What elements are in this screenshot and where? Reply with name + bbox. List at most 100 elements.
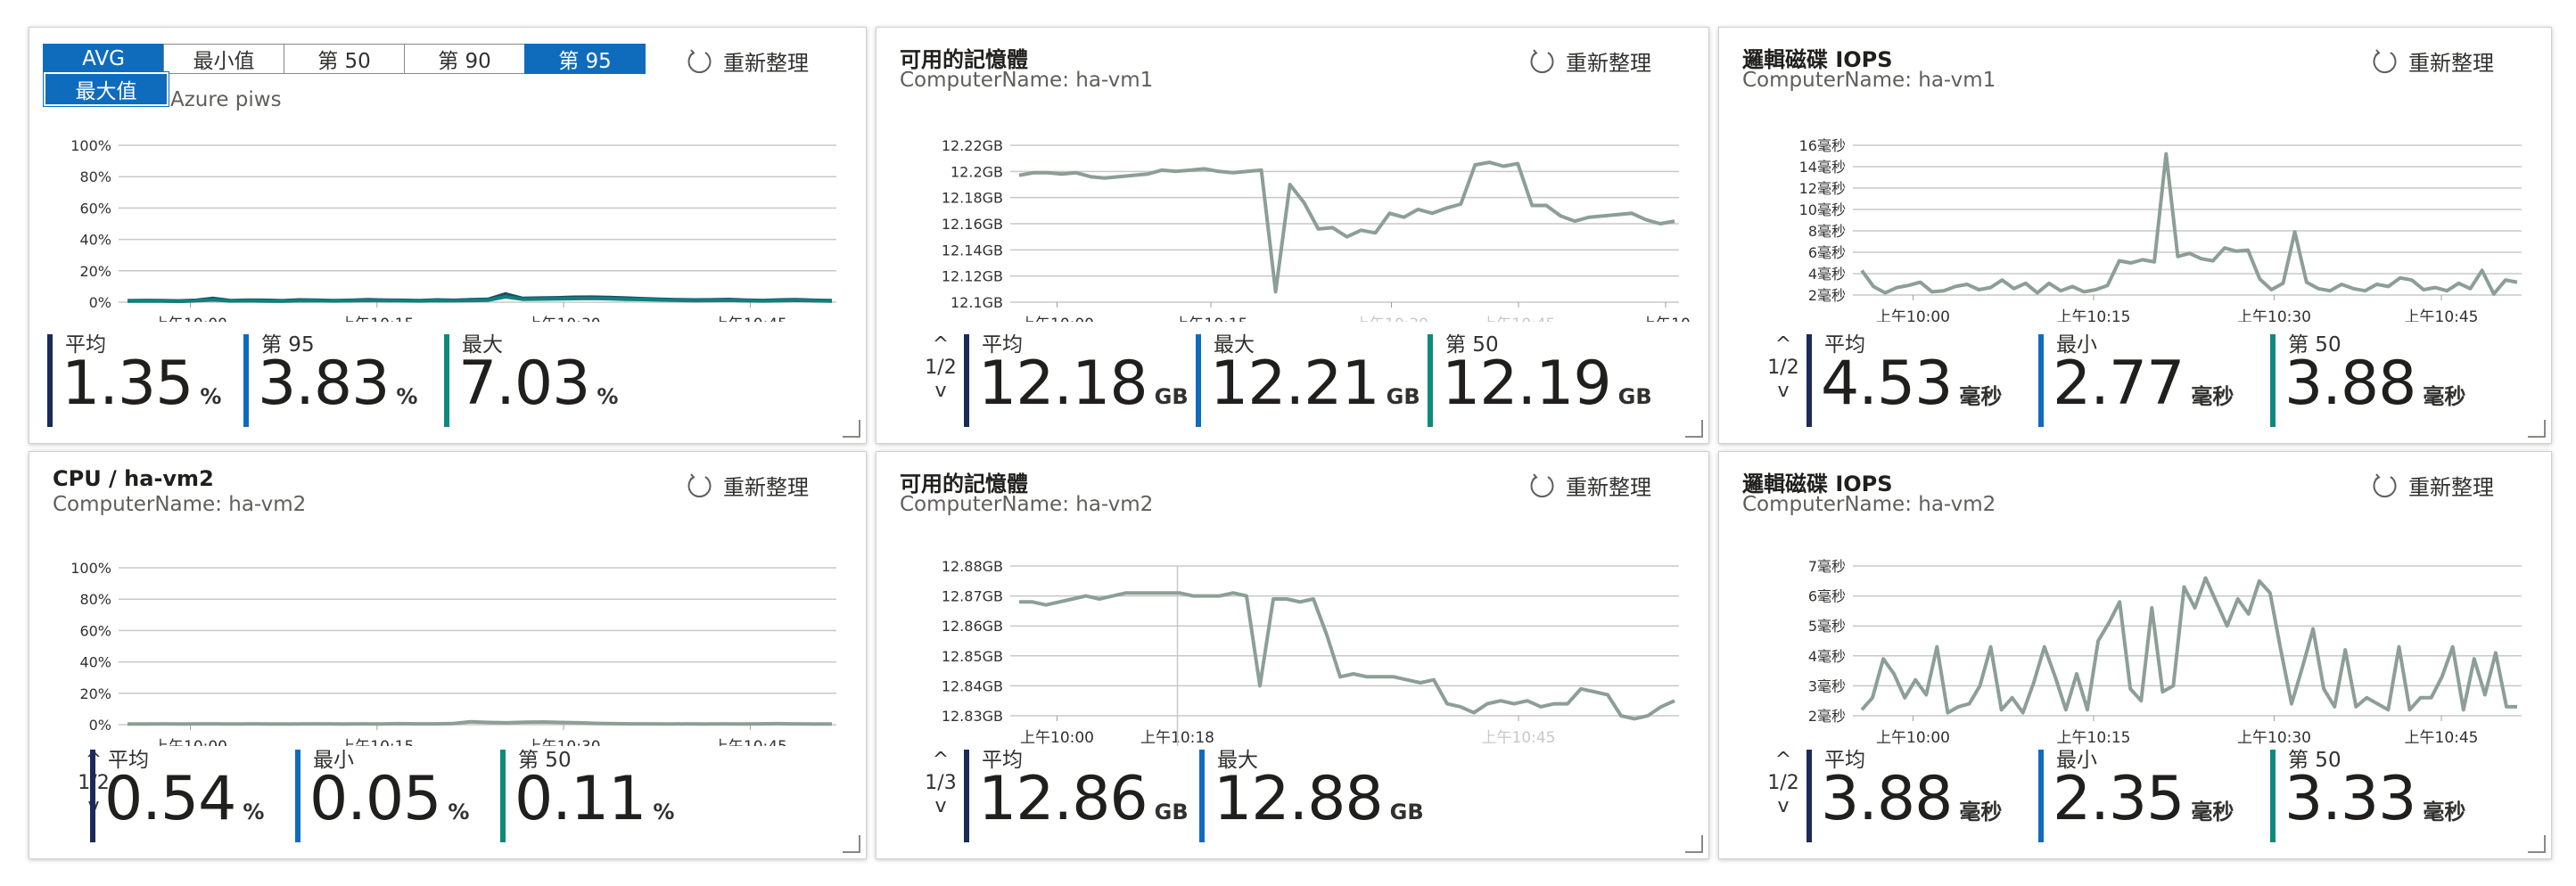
x-tick-label: 上午10:30 xyxy=(527,316,601,322)
chevron-up-icon[interactable]: ^ xyxy=(1765,334,1801,356)
metric-number: 0.11 xyxy=(514,764,646,834)
y-tick-label: 14毫秒 xyxy=(1799,159,1846,176)
chart: 7毫秒6毫秒5毫秒4毫秒3毫秒2毫秒上午10:00 上午10:15 上午10:30 上… xyxy=(1808,558,2522,746)
y-tick-label: 12.2GB xyxy=(951,163,1003,180)
metric-unit: GB xyxy=(1154,800,1189,824)
y-tick-label: 12.22GB xyxy=(942,137,1003,154)
metric-number: 0.54 xyxy=(104,764,236,834)
metric-number: 12.88 xyxy=(1214,764,1384,834)
y-tick-label: 80% xyxy=(79,591,111,608)
chevron-down-icon[interactable]: v xyxy=(923,381,959,402)
chevron-up-icon[interactable]: ^ xyxy=(923,750,959,771)
metric-color-bar xyxy=(1196,334,1201,427)
metric-number: 0.05 xyxy=(309,764,441,834)
y-tick-label: 2毫秒 xyxy=(1808,287,1846,304)
metric-unit: 毫秒 xyxy=(1959,384,2003,409)
x-tick-label: 上午10:00 xyxy=(153,316,227,322)
metric-color-bar xyxy=(1199,750,1205,842)
metric-unit: 毫秒 xyxy=(2423,384,2466,409)
metric-value: 1.35% xyxy=(62,349,221,419)
metric-number: 4.53 xyxy=(1821,349,1953,419)
metric-color-bar xyxy=(2270,334,2276,427)
x-tick-label: 上午10:45 xyxy=(1482,316,1556,322)
metric-unit: % xyxy=(653,800,675,824)
x-tick-label: 上午10:00 xyxy=(1876,308,1950,322)
resize-handle[interactable] xyxy=(1685,420,1703,438)
metric-unit: 毫秒 xyxy=(1959,800,2003,824)
y-tick-label: 100% xyxy=(70,560,111,577)
chart: 12.22GB 12.2GB 12.18GB 12.16GB 12.14GB 12.12G… xyxy=(942,137,1691,322)
metric-color-bar xyxy=(295,750,300,842)
metric-number: 2.77 xyxy=(2053,349,2185,419)
metric-color-bar xyxy=(964,334,969,427)
x-tick-label: 上午10:15 xyxy=(1174,316,1248,322)
metric-unit: 毫秒 xyxy=(2191,384,2234,409)
y-tick-label: 0% xyxy=(89,294,111,311)
chart: 16毫秒 14毫秒 12毫秒 10毫秒 8毫秒 6毫秒 4毫秒 2毫秒上午10:00 上午10:… xyxy=(1799,137,2522,322)
y-tick-label: 60% xyxy=(79,200,111,217)
chevron-up-icon[interactable]: ^ xyxy=(923,334,959,356)
metric-number: 2.35 xyxy=(2053,764,2185,834)
metric-unit: GB xyxy=(1154,384,1189,409)
chevron-up-icon[interactable]: ^ xyxy=(1765,750,1801,771)
y-tick-label: 16毫秒 xyxy=(1799,137,1846,154)
y-tick-label: 12毫秒 xyxy=(1799,180,1846,197)
metrics-row: ^ 1/2 v 平均 4.53 毫秒 最小 2.77 毫秒第 50 3.88 毫秒 xyxy=(1719,327,2551,434)
metric-value: 12.21 GB xyxy=(1210,349,1420,419)
y-tick-label: 12.84GB xyxy=(942,677,1003,694)
metric-number: 3.83 xyxy=(258,349,390,419)
resize-handle[interactable] xyxy=(2528,420,2546,438)
resize-handle[interactable] xyxy=(2528,835,2546,853)
metric-unit: % xyxy=(396,384,418,409)
x-tick-label: 上午10:15 xyxy=(340,316,414,322)
y-tick-label: 3毫秒 xyxy=(1808,677,1846,694)
tile-iops-vm1[interactable]: 邏輯磁碟 IOPS ComputerName: ha-vm1 重新整理 16毫秒… xyxy=(1718,27,2552,444)
metric-pager: ^1/2v xyxy=(923,334,959,402)
metrics-row: ^ 1/2 v 平均 12.18 GB 最大 12.21 GB 第 50 12.19 GB xyxy=(876,327,1708,434)
metric-unit: GB xyxy=(1386,384,1420,409)
pager-label: 1/2 xyxy=(1767,772,1799,794)
metric-color-bar xyxy=(47,334,53,427)
tile-cpu-vm2[interactable]: CPU / ha-vm2 ComputerName: ha-vm2 重新整理 1… xyxy=(29,451,867,859)
tile-memory-vm2[interactable]: 可用的記憶體 ComputerName: ha-vm2 重新整理 12.88GB… xyxy=(876,451,1709,859)
metric-unit: % xyxy=(243,800,265,824)
y-tick-label: 12.83GB xyxy=(942,708,1003,725)
chevron-down-icon[interactable]: v xyxy=(1765,796,1801,817)
resize-handle[interactable] xyxy=(843,835,860,853)
metric-unit: % xyxy=(200,384,222,409)
y-tick-label: 8毫秒 xyxy=(1808,223,1846,240)
chevron-down-icon[interactable]: v xyxy=(923,796,959,817)
y-tick-label: 2毫秒 xyxy=(1808,708,1846,725)
tile-iops-vm2[interactable]: 邏輯磁碟 IOPS ComputerName: ha-vm2 重新整理 7毫秒 6… xyxy=(1718,451,2552,859)
tile-memory-vm1[interactable]: 可用的記憶體 ComputerName: ha-vm1 重新整理 12.22GB… xyxy=(876,27,1709,444)
y-tick-label: 10毫秒 xyxy=(1799,201,1846,218)
pager-label: 1/3 xyxy=(925,772,957,794)
y-tick-label: 60% xyxy=(79,622,111,639)
y-tick-label: 7毫秒 xyxy=(1808,558,1846,575)
metric-color-bar xyxy=(1428,334,1433,427)
metric-value: 3.33 毫秒 xyxy=(2284,764,2465,834)
series-line xyxy=(1860,576,2517,715)
chevron-down-icon[interactable]: v xyxy=(1765,381,1801,402)
metric-value: 0.11% xyxy=(514,764,674,834)
metric-number: 12.19 xyxy=(1442,349,1612,419)
y-tick-label: 12.87GB xyxy=(942,588,1003,605)
metrics-row: ^1/2v平均0.54%最小0.05%第 500.11% xyxy=(29,742,866,849)
metric-value: 12.19 GB xyxy=(1442,349,1652,419)
metric-number: 3.88 xyxy=(2284,349,2416,419)
series-line xyxy=(1018,160,1675,294)
y-tick-label: 6毫秒 xyxy=(1808,588,1846,605)
y-tick-label: 0% xyxy=(89,717,111,734)
metric-number: 12.86 xyxy=(978,764,1148,834)
metric-value: 12.88 GB xyxy=(1214,764,1424,834)
resize-handle[interactable] xyxy=(843,420,860,438)
tile-cpu-vm1[interactable]: AVG 最小值 第 50 第 90 第 95 最大值 Azure piws 重新… xyxy=(29,27,867,444)
x-tick-label: 上午10:30 xyxy=(1354,316,1428,322)
metric-value: 3.88 毫秒 xyxy=(1821,764,2002,834)
x-tick-label: 上午10:00 xyxy=(1020,316,1094,322)
y-tick-label: 12.12GB xyxy=(942,268,1003,285)
resize-handle[interactable] xyxy=(1685,835,1703,853)
metric-value: 3.88 毫秒 xyxy=(2284,349,2465,419)
y-tick-label: 40% xyxy=(79,654,111,671)
metrics-row: ^ 1/3 v 平均 12.86 GB 最大 12.88 GB xyxy=(876,742,1708,849)
